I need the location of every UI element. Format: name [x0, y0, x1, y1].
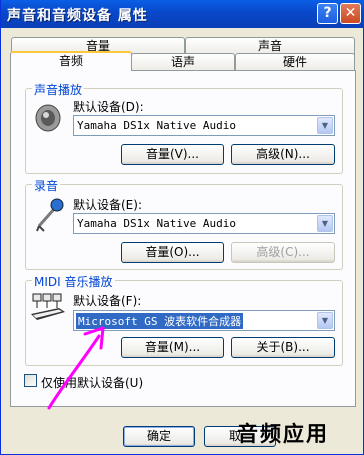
- midi-group-label: MIDI 音乐播放: [32, 273, 115, 290]
- recording-group-label: 录音: [32, 177, 61, 194]
- window-title: 声音和音频设备 属性: [7, 8, 148, 24]
- playback-device-select[interactable]: Yamaha DS1x Native Audio ▼: [73, 115, 335, 136]
- midi-volume-button[interactable]: 音量(M)...: [121, 337, 224, 358]
- playback-advanced-button[interactable]: 高级(N)...: [231, 144, 335, 165]
- chevron-down-icon[interactable]: ▼: [317, 117, 333, 134]
- recording-device-select[interactable]: Yamaha DS1x Native Audio ▼: [73, 213, 335, 234]
- midi-default-label: 默认设备(F):: [73, 294, 142, 308]
- close-button[interactable]: ✕: [340, 3, 361, 24]
- playback-volume-button[interactable]: 音量(V)...: [121, 144, 224, 165]
- midi-device-select[interactable]: Microsoft GS 波表软件合成器 ▼: [73, 310, 335, 331]
- watermark-text: 音频应用: [237, 422, 329, 446]
- recording-default-label: 默认设备(E):: [73, 198, 142, 212]
- annotation-arrow-icon: [47, 326, 105, 410]
- microphone-icon: [36, 198, 64, 232]
- title-bar: 声音和音频设备 属性 ? ✕: [1, 0, 364, 28]
- playback-device-value: Yamaha DS1x Native Audio: [77, 119, 236, 132]
- properties-window: 声音和音频设备 属性 ? ✕ 音量 声音 语声 硬件 音频 声音播放 默认设备(…: [0, 0, 364, 455]
- use-only-default-checkbox[interactable]: [24, 374, 37, 387]
- midi-about-button[interactable]: 关于(B)...: [231, 337, 335, 358]
- playback-default-label: 默认设备(D):: [73, 100, 144, 114]
- tab-hardware[interactable]: 硬件: [235, 53, 355, 71]
- recording-volume-button[interactable]: 音量(O)...: [121, 242, 224, 263]
- tab-audio[interactable]: 音频: [10, 51, 132, 71]
- recording-device-value: Yamaha DS1x Native Audio: [77, 217, 236, 230]
- chevron-down-icon[interactable]: ▼: [317, 215, 333, 232]
- chevron-down-icon[interactable]: ▼: [317, 312, 333, 329]
- help-button[interactable]: ?: [317, 3, 338, 24]
- playback-group-label: 声音播放: [32, 81, 85, 98]
- speaker-icon: [35, 104, 61, 132]
- recording-advanced-button: 高级(C)...: [231, 242, 335, 263]
- tab-voice[interactable]: 语声: [131, 53, 235, 71]
- ok-button[interactable]: 确定: [123, 426, 195, 447]
